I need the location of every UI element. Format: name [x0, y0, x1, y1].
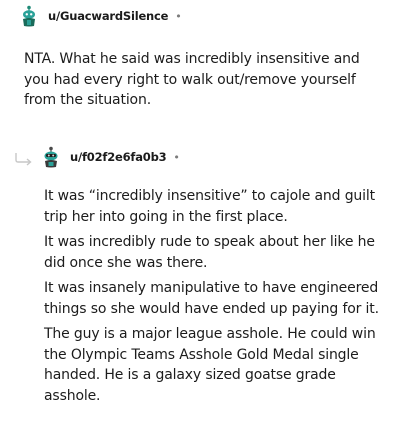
comment-paragraph: The guy is a major league asshole. He co… [44, 326, 376, 404]
comment-header: u/f02f2e6fa0b3 • [14, 146, 394, 168]
comment-username[interactable]: u/f02f2e6fa0b3 [70, 150, 167, 164]
comment-paragraph: It was incredibly rude to speak about he… [44, 234, 375, 271]
separator-dot: • [173, 150, 180, 164]
comment-body: It was “incredibly insensitive” to cajol… [44, 186, 384, 406]
comment: u/GuacwardSilence • NTA. What he said wa… [18, 5, 388, 111]
comment-paragraph: It was insanely manipulative to have eng… [44, 280, 379, 317]
comment-header: u/GuacwardSilence • [18, 5, 388, 27]
snoo-avatar-icon[interactable] [18, 5, 40, 27]
comment-reply: u/f02f2e6fa0b3 • It was “incredibly inse… [14, 146, 394, 406]
comment-paragraph: It was “incredibly insensitive” to cajol… [44, 188, 375, 225]
comment-body: NTA. What he said was incredibly insensi… [24, 49, 366, 111]
reply-arrow-icon [14, 151, 34, 167]
snoo-avatar-icon[interactable] [40, 146, 62, 168]
separator-dot: • [175, 9, 182, 23]
comment-paragraph: NTA. What he said was incredibly insensi… [24, 51, 360, 108]
comment-username[interactable]: u/GuacwardSilence [48, 9, 168, 23]
